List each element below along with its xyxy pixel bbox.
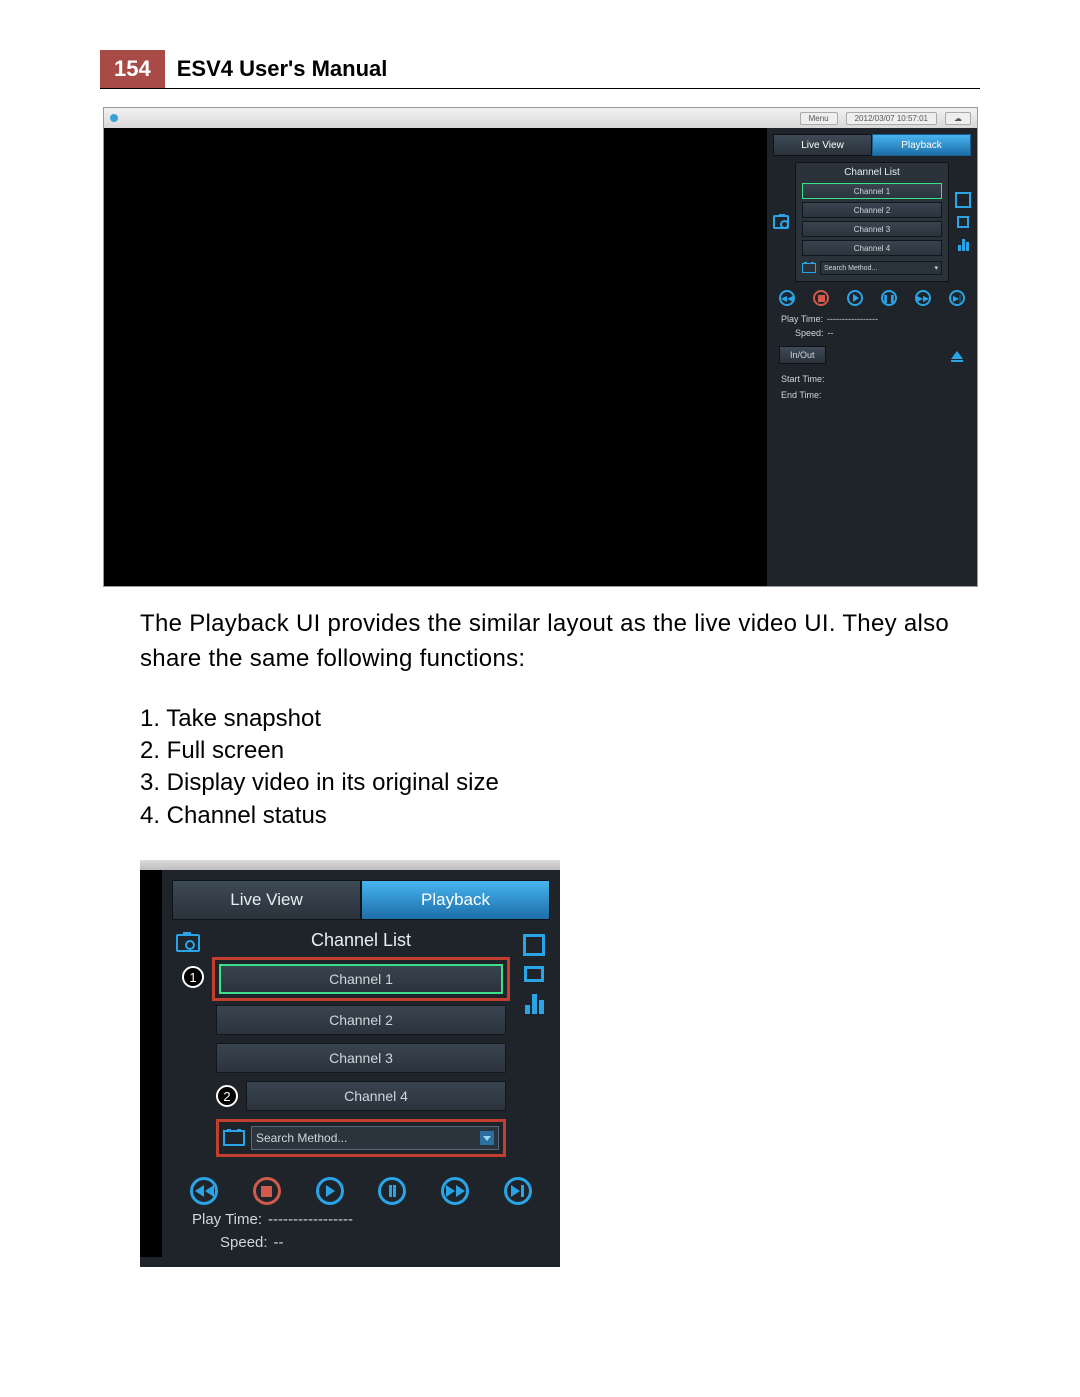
speed-label: Speed: (220, 1234, 268, 1251)
stop-button[interactable] (813, 290, 829, 306)
playback-tab[interactable]: Playback (872, 134, 971, 156)
forward-button[interactable]: ▶▶ (915, 290, 931, 306)
channel-status-icon[interactable] (525, 992, 544, 1014)
end-time-label: End Time: (781, 390, 963, 400)
next-button[interactable] (504, 1177, 532, 1205)
search-method-label: Search Method... (824, 265, 877, 272)
pause-button[interactable] (378, 1177, 406, 1205)
search-type-icon[interactable] (802, 263, 816, 273)
speed-label: Speed: (795, 328, 824, 338)
page-title: ESV4 User's Manual (165, 50, 388, 88)
list-item: 1. Take snapshot (140, 703, 980, 735)
menu-button[interactable]: Menu (800, 112, 838, 125)
side-panel: Live View Playback Channel List Channel … (767, 128, 977, 586)
play-time-value: ----------------- (268, 1211, 353, 1228)
snapshot-icon[interactable] (773, 214, 789, 230)
datetime-display: 2012/03/07 10:57:01 (846, 112, 937, 125)
channel-highlight-box: Channel 1 (212, 957, 510, 1001)
original-size-icon[interactable] (957, 216, 969, 228)
channel-status-icon[interactable] (955, 236, 971, 252)
play-button[interactable] (847, 290, 863, 306)
video-edge (140, 870, 162, 1257)
search-method-label: Search Method... (256, 1131, 347, 1145)
search-method-dropdown[interactable]: Search Method... ▾ (820, 261, 942, 275)
page-header: 154 ESV4 User's Manual (100, 50, 980, 89)
play-button[interactable] (316, 1177, 344, 1205)
list-item: 4. Channel status (140, 800, 980, 832)
fullscreen-icon[interactable] (955, 192, 971, 208)
channel-list-title: Channel List (802, 167, 942, 178)
playback-tab[interactable]: Playback (361, 880, 550, 920)
stop-button[interactable] (253, 1177, 281, 1205)
transport-controls: ◀◀ ❚❚ ▶▶ ▶| (773, 282, 971, 314)
functions-list: 1. Take snapshot 2. Full screen 3. Displ… (140, 703, 980, 833)
callout-marker: 1 (182, 966, 204, 988)
window-titlebar: Menu 2012/03/07 10:57:01 ☁ (104, 108, 977, 128)
channel-item[interactable]: Channel 3 (216, 1043, 506, 1073)
list-item: 3. Display video in its original size (140, 767, 980, 799)
channel-item[interactable]: Channel 1 (802, 183, 942, 199)
original-size-icon[interactable] (524, 966, 544, 982)
rewind-button[interactable] (190, 1177, 218, 1205)
forward-button[interactable] (441, 1177, 469, 1205)
callout-marker: 2 (216, 1085, 238, 1107)
live-view-tab[interactable]: Live View (773, 134, 872, 156)
play-time-label: Play Time: (192, 1211, 262, 1228)
channel-item[interactable]: Channel 2 (216, 1005, 506, 1035)
channel-item[interactable]: Channel 4 (246, 1081, 506, 1111)
video-area (104, 128, 767, 586)
search-method-dropdown[interactable]: Search Method... (251, 1126, 499, 1150)
chevron-down-icon (480, 1131, 494, 1145)
window-icon (110, 114, 118, 122)
start-time-label: Start Time: (781, 374, 963, 384)
channel-item[interactable]: Channel 2 (802, 202, 942, 218)
export-icon[interactable] (951, 351, 963, 359)
pause-button[interactable]: ❚❚ (881, 290, 897, 306)
search-highlight-box: Search Method... (216, 1119, 506, 1157)
search-type-icon[interactable] (223, 1130, 245, 1146)
playback-panel-zoom: Live View Playback Channel List 1 Channe… (140, 860, 560, 1267)
page-number: 154 (100, 50, 165, 88)
play-time-value: ----------------- (827, 314, 878, 324)
cloud-icon[interactable]: ☁ (945, 112, 971, 125)
transport-controls (172, 1161, 550, 1211)
description-paragraph: The Playback UI provides the similar lay… (140, 607, 980, 677)
rewind-button[interactable]: ◀◀ (779, 290, 795, 306)
in-out-button[interactable]: In/Out (779, 346, 826, 364)
fullscreen-icon[interactable] (523, 934, 545, 956)
chevron-down-icon: ▾ (934, 264, 938, 272)
channel-item[interactable]: Channel 4 (802, 240, 942, 256)
speed-value: -- (274, 1234, 284, 1251)
channel-list-panel: Channel List Channel 1 Channel 2 Channel… (795, 162, 949, 282)
list-item: 2. Full screen (140, 735, 980, 767)
speed-value: -- (828, 328, 834, 338)
play-time-label: Play Time: (781, 314, 823, 324)
channel-list-title: Channel List (311, 930, 411, 951)
window-titlebar-strip (140, 860, 560, 870)
channel-item[interactable]: Channel 1 (219, 964, 503, 994)
next-button[interactable]: ▶| (949, 290, 965, 306)
live-view-tab[interactable]: Live View (172, 880, 361, 920)
channel-item[interactable]: Channel 3 (802, 221, 942, 237)
playback-ui-screenshot: Menu 2012/03/07 10:57:01 ☁ Live View Pla… (103, 107, 978, 587)
snapshot-icon[interactable] (176, 934, 200, 952)
